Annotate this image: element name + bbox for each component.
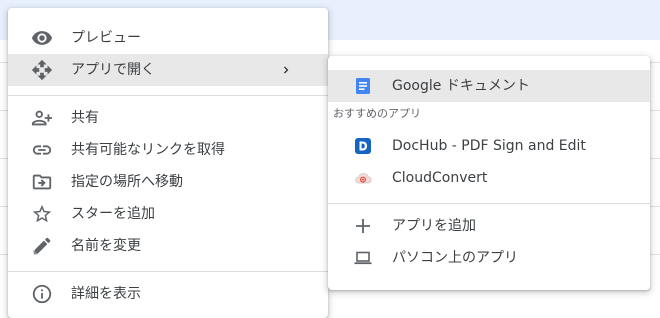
menu-divider <box>8 95 328 96</box>
menu-item-label: 指定の場所へ移動 <box>71 174 183 190</box>
google-docs-icon <box>354 77 372 95</box>
menu-item-label: アプリで開く <box>71 62 155 78</box>
submenu-item-desktop-apps[interactable]: パソコン上のアプリ <box>328 242 650 274</box>
dochub-icon <box>354 137 372 155</box>
menu-item-open-with[interactable]: アプリで開く <box>8 54 328 86</box>
folder-move-icon <box>31 171 53 193</box>
suggested-apps-heading: おすすめのアプリ <box>333 107 421 120</box>
chevron-right-icon <box>279 63 293 77</box>
info-icon <box>31 283 53 305</box>
cloudconvert-icon <box>354 169 372 187</box>
menu-item-label: 名前を変更 <box>71 238 141 254</box>
menu-item-add-star[interactable]: スターを追加 <box>8 198 328 230</box>
menu-item-rename[interactable]: 名前を変更 <box>8 230 328 262</box>
menu-divider <box>8 271 328 272</box>
pencil-icon <box>31 235 53 257</box>
menu-item-label: スターを追加 <box>71 206 155 222</box>
menu-item-share[interactable]: 共有 <box>8 102 328 134</box>
submenu-item-google-docs[interactable]: Google ドキュメント <box>328 70 650 102</box>
menu-item-details[interactable]: 詳細を表示 <box>8 278 328 310</box>
person-add-icon <box>31 107 53 129</box>
open-with-submenu: Google ドキュメント おすすめのアプリ DocHub - PDF Sign… <box>328 56 650 290</box>
menu-item-move-to[interactable]: 指定の場所へ移動 <box>8 166 328 198</box>
submenu-item-label: Google ドキュメント <box>392 78 530 94</box>
link-icon <box>31 139 53 161</box>
submenu-divider <box>328 203 650 204</box>
menu-item-preview[interactable]: プレビュー <box>8 22 328 54</box>
submenu-item-dochub[interactable]: DocHub - PDF Sign and Edit <box>328 130 650 162</box>
plus-icon <box>354 217 372 235</box>
submenu-item-label: CloudConvert <box>392 170 488 186</box>
submenu-item-label: アプリを追加 <box>392 218 476 234</box>
star-outline-icon <box>31 203 53 225</box>
submenu-item-label: DocHub - PDF Sign and Edit <box>392 138 586 154</box>
move-arrows-icon <box>31 59 53 81</box>
submenu-item-label: パソコン上のアプリ <box>392 250 518 266</box>
context-menu: プレビュー アプリで開く 共有 共有可能なリンクを取得 指定の場所へ移動 スター… <box>8 8 328 318</box>
menu-item-label: プレビュー <box>71 30 141 46</box>
submenu-item-cloudconvert[interactable]: CloudConvert <box>328 162 650 194</box>
menu-item-label: 共有 <box>71 110 99 126</box>
eye-icon <box>31 27 53 49</box>
submenu-item-add-app[interactable]: アプリを追加 <box>328 210 650 242</box>
menu-item-label: 詳細を表示 <box>71 286 141 302</box>
menu-item-label: 共有可能なリンクを取得 <box>71 142 225 158</box>
laptop-icon <box>354 249 372 267</box>
menu-item-get-link[interactable]: 共有可能なリンクを取得 <box>8 134 328 166</box>
